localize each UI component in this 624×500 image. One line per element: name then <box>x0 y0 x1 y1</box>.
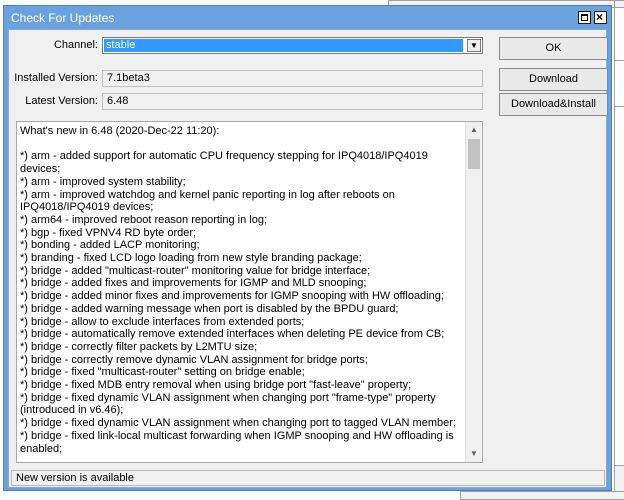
maximize-icon[interactable] <box>578 11 591 24</box>
download-button[interactable]: Download <box>499 68 608 91</box>
check-for-updates-dialog: Check For Updates × Channel: stable ▼ In… <box>3 5 612 491</box>
changelog-text: What's new in 6.48 (2020-Dec-22 11:20): … <box>20 125 456 455</box>
latest-version-field: 6.48 <box>102 93 483 110</box>
background-window-fragment <box>614 60 624 107</box>
dropdown-arrow-icon[interactable]: ▼ <box>467 39 481 52</box>
status-bar: New version is available <box>11 470 605 486</box>
latest-version-label: Latest Version: <box>25 95 98 107</box>
scrollbar-thumb[interactable] <box>468 139 480 169</box>
download-install-button[interactable]: Download&Install <box>499 93 608 116</box>
vertical-scrollbar[interactable]: ▲ ▼ <box>465 122 482 462</box>
scroll-down-icon[interactable]: ▼ <box>466 446 482 462</box>
channel-selected-value: stable <box>104 39 463 52</box>
window-title: Check For Updates <box>11 11 115 25</box>
changelog-textarea[interactable]: What's new in 6.48 (2020-Dec-22 11:20): … <box>16 121 483 463</box>
dialog-body: Channel: stable ▼ Installed Version: 7.1… <box>8 29 608 488</box>
scroll-up-icon[interactable]: ▲ <box>466 122 482 138</box>
channel-select[interactable]: stable ▼ <box>102 37 483 54</box>
background-window-fragment <box>460 491 624 500</box>
ok-button[interactable]: OK <box>499 37 608 60</box>
channel-label: Channel: <box>53 39 98 51</box>
installed-version-field: 7.1beta3 <box>102 70 483 87</box>
title-bar[interactable]: Check For Updates × <box>4 6 611 28</box>
close-icon[interactable]: × <box>594 10 607 24</box>
installed-version-label: Installed Version: <box>14 72 98 84</box>
